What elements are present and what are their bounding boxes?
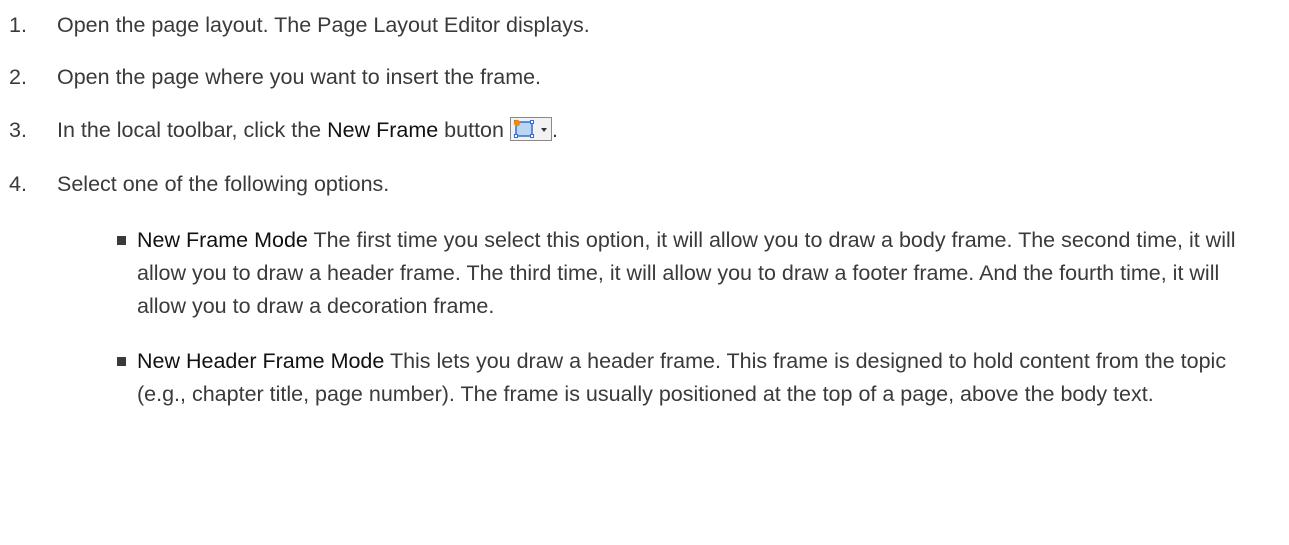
option-title: New Frame Mode (137, 228, 308, 252)
step-text: Open the page where you want to insert t… (57, 65, 542, 89)
step-text: Select one of the following options. (57, 172, 390, 196)
procedure-steps: 1. Open the page layout. The Page Layout… (0, 8, 1289, 411)
square-bullet-icon (117, 357, 126, 366)
step-4: 4. Select one of the following options. … (0, 167, 1289, 411)
option-new-frame-mode: New Frame Mode The first time you select… (57, 224, 1289, 323)
option-title: New Header Frame Mode (137, 349, 385, 373)
step-number: 4. (9, 172, 27, 196)
step-text-end: . (551, 118, 558, 142)
new-frame-label: New Frame (327, 118, 439, 142)
step-1: 1. Open the page layout. The Page Layout… (0, 8, 1289, 43)
step-number: 2. (9, 65, 27, 89)
step-text: Open the page layout. The Page Layout Ed… (57, 13, 590, 37)
new-frame-dropdown-icon (509, 117, 552, 141)
options-list: New Frame Mode The first time you select… (57, 224, 1289, 411)
step-3: 3. In the local toolbar, click the New F… (0, 113, 1289, 148)
step-text-after: button (438, 118, 504, 142)
step-number: 3. (9, 118, 27, 142)
step-2: 2. Open the page where you want to inser… (0, 60, 1289, 95)
step-text: In the local toolbar, click the (57, 118, 328, 142)
step-number: 1. (9, 13, 27, 37)
option-new-header-frame-mode: New Header Frame Mode This lets you draw… (57, 345, 1289, 411)
square-bullet-icon (117, 236, 126, 245)
